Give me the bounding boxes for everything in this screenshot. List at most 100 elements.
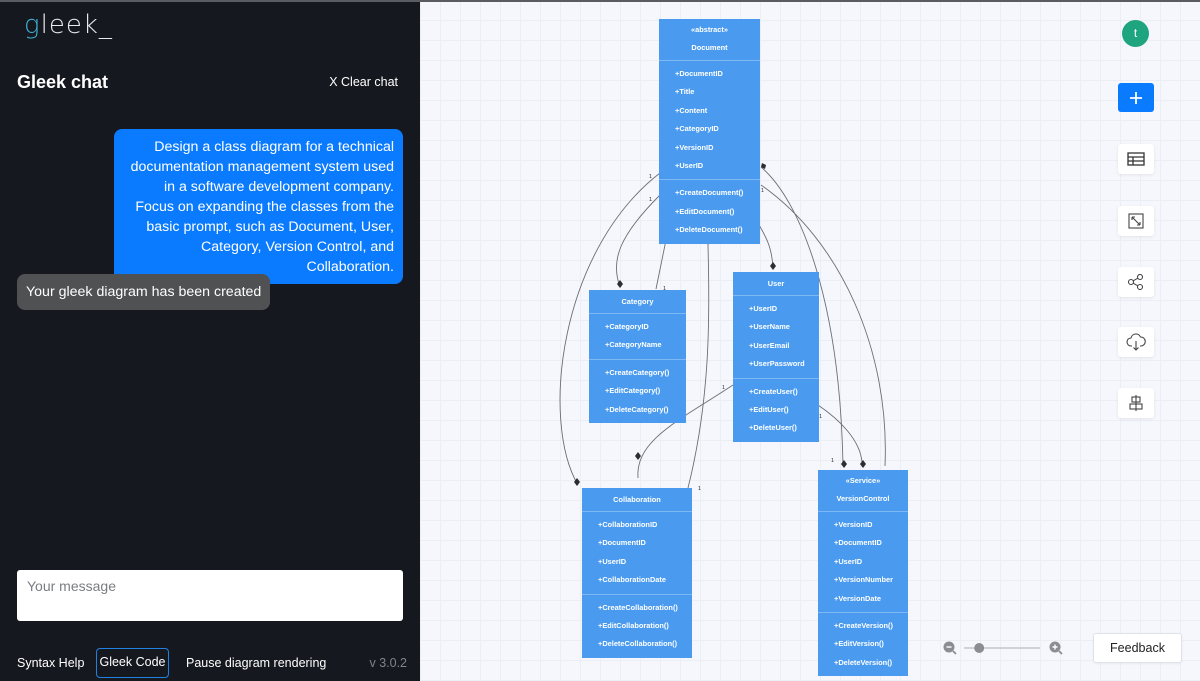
diamond-icon xyxy=(770,262,776,270)
method: +CreateVersion() xyxy=(834,620,893,630)
multiplicity-label: 1 xyxy=(698,486,701,492)
attribute: +CategoryID xyxy=(675,124,719,134)
attributes-section: +CollaborationID +DocumentID +UserID +Co… xyxy=(582,512,692,595)
class-name: Collaboration xyxy=(613,495,661,504)
attribute: +UserID xyxy=(598,556,627,566)
syntax-help-link[interactable]: Syntax Help xyxy=(17,648,84,678)
method: +EditVersion() xyxy=(834,639,884,649)
fit-screen-button[interactable] xyxy=(1118,206,1154,236)
gleek-logo: gleek_ xyxy=(24,10,113,40)
class-stereotype: «abstract» xyxy=(691,25,728,34)
diamond-icon xyxy=(635,452,641,460)
attributes-section: +CategoryID +CategoryName xyxy=(589,314,686,360)
class-name: Category xyxy=(621,297,654,306)
bot-message: Your gleek diagram has been created xyxy=(17,274,271,310)
method: +DeleteUser() xyxy=(749,423,797,433)
attributes-section: +VersionID +DocumentID +UserID +VersionN… xyxy=(818,512,908,613)
connector-category-document xyxy=(655,239,667,290)
feedback-button[interactable]: Feedback xyxy=(1093,633,1182,663)
class-collaboration[interactable]: Collaboration +CollaborationID +Document… xyxy=(582,488,692,658)
attribute: +UserID xyxy=(834,556,863,566)
diamond-icon xyxy=(860,460,866,468)
align-button[interactable] xyxy=(1118,388,1154,418)
methods-section: +CreateCollaboration() +EditCollaboratio… xyxy=(582,595,692,658)
clear-chat-button[interactable]: X Clear chat xyxy=(329,75,398,89)
diagram-canvas[interactable]: 1 1 1 1 1 1 1 1 «abstract» Document +Doc… xyxy=(420,0,1200,681)
zoom-in-icon xyxy=(1049,641,1063,655)
message-input[interactable] xyxy=(17,570,403,621)
class-name: User xyxy=(767,279,785,288)
method: +CreateCategory() xyxy=(605,367,670,377)
attribute: +Title xyxy=(675,87,695,97)
attribute: +CollaborationID xyxy=(598,520,658,529)
attribute: +CollaborationDate xyxy=(598,575,666,585)
methods-section: +CreateVersion() +EditVersion() +DeleteV… xyxy=(818,613,908,676)
multiplicity-label: 1 xyxy=(649,174,652,180)
multiplicity-label: 1 xyxy=(761,188,764,194)
method: +EditUser() xyxy=(749,404,789,414)
zoom-control[interactable] xyxy=(942,640,1072,658)
method: +EditCategory() xyxy=(605,386,661,396)
multiplicity-label: 1 xyxy=(722,385,725,391)
method: +DeleteCategory() xyxy=(605,404,669,414)
class-versioncontrol[interactable]: «Service» VersionControl +VersionID +Doc… xyxy=(818,470,908,677)
attribute: +UserName xyxy=(749,322,790,332)
class-stereotype: «Service» xyxy=(845,476,881,485)
share-icon xyxy=(1127,274,1144,290)
chat-title: Gleek chat xyxy=(17,72,109,92)
chat-panel: gleek_ Gleek chat X Clear chat Design a … xyxy=(0,0,420,681)
window-top-border xyxy=(0,0,1200,2)
class-user[interactable]: User +UserID +UserName +UserEmail +UserP… xyxy=(733,272,819,442)
connector-document-user xyxy=(758,224,774,269)
connector-collaboration-document xyxy=(687,244,710,489)
table-view-button[interactable] xyxy=(1118,144,1154,174)
gleek-code-button[interactable]: Gleek Code xyxy=(96,648,169,678)
fit-screen-icon xyxy=(1128,213,1144,229)
plus-icon xyxy=(1130,91,1142,104)
multiplicity-label: 1 xyxy=(819,414,822,420)
attribute: +DocumentID xyxy=(598,538,646,548)
methods-section: +CreateCategory() +EditCategory() +Delet… xyxy=(589,360,686,423)
multiplicity-label: 1 xyxy=(649,197,652,203)
chat-footer: Syntax Help Gleek Code Pause diagram ren… xyxy=(0,648,420,678)
attributes-section: +UserID +UserName +UserEmail +UserPasswo… xyxy=(733,296,819,379)
attribute: +UserID xyxy=(675,160,704,170)
add-button[interactable] xyxy=(1118,83,1154,112)
attribute: +Content xyxy=(675,105,708,115)
attribute: +VersionID xyxy=(675,142,714,152)
method: +DeleteDocument() xyxy=(675,225,743,235)
class-category[interactable]: Category +CategoryID +CategoryName +Crea… xyxy=(589,290,686,423)
zoom-slider-thumb xyxy=(974,643,985,653)
method: +CreateUser() xyxy=(749,386,798,396)
pause-rendering-button[interactable]: Pause diagram rendering xyxy=(186,648,326,678)
attribute: +CategoryID xyxy=(605,322,649,331)
version-label: v 3.0.2 xyxy=(369,656,407,670)
method: +DeleteCollaboration() xyxy=(598,639,678,649)
attributes-section: +DocumentID +Title +Content +CategoryID … xyxy=(659,61,760,181)
user-avatar[interactable]: t xyxy=(1122,20,1149,47)
attribute: +DocumentID xyxy=(675,69,723,78)
attribute: +UserEmail xyxy=(749,340,790,350)
share-button[interactable] xyxy=(1118,267,1154,297)
connector-user-versioncontrol xyxy=(817,404,863,463)
methods-section: +CreateUser() +EditUser() +DeleteUser() xyxy=(733,379,819,442)
table-icon xyxy=(1127,152,1145,166)
connector-document-category xyxy=(616,194,661,288)
class-name: VersionControl xyxy=(836,494,890,503)
method: +DeleteVersion() xyxy=(834,657,893,667)
method: +EditDocument() xyxy=(675,206,735,216)
attribute: +UserPassword xyxy=(749,359,805,369)
method: +CreateCollaboration() xyxy=(598,602,678,612)
align-center-icon xyxy=(1129,395,1143,411)
diamond-icon xyxy=(841,460,847,468)
attribute: +UserID xyxy=(749,304,778,313)
methods-section: +CreateDocument() +EditDocument() +Delet… xyxy=(659,180,760,243)
download-button[interactable] xyxy=(1118,327,1154,357)
attribute: +VersionID xyxy=(834,520,873,529)
class-document[interactable]: «abstract» Document +DocumentID +Title +… xyxy=(659,19,760,244)
multiplicity-label: 1 xyxy=(831,458,834,464)
attribute: +VersionNumber xyxy=(834,575,893,585)
attribute: +DocumentID xyxy=(834,538,882,548)
zoom-out-icon xyxy=(943,641,957,655)
cloud-download-icon xyxy=(1126,333,1146,351)
